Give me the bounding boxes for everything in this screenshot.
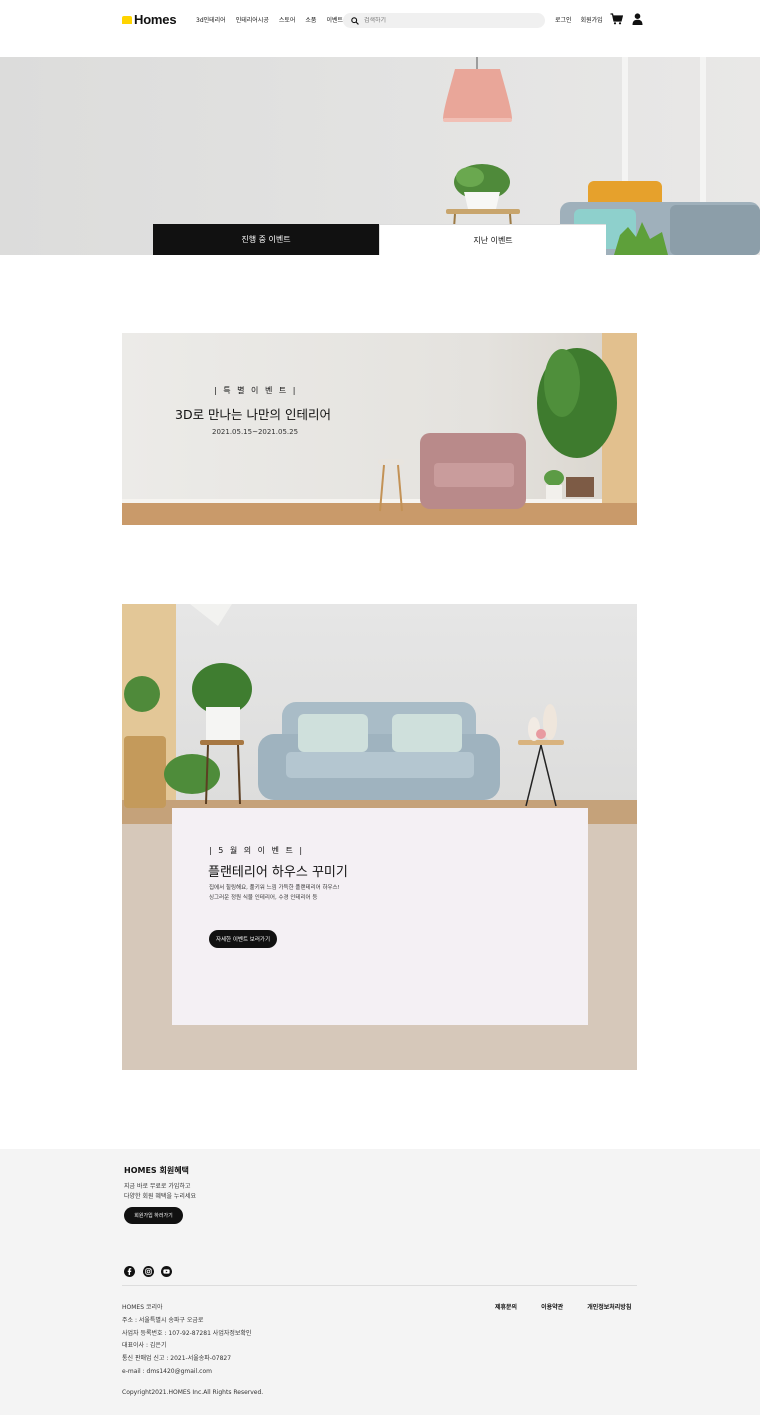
membership-desc-line1: 지금 바로 무료로 가입하고 xyxy=(124,1183,191,1190)
view-event-button[interactable]: 자세한 이벤트 보러가기 xyxy=(209,930,277,948)
nav-item-event[interactable]: 이벤트 xyxy=(326,15,343,24)
company-name: HOMES 코리아 xyxy=(122,1304,163,1311)
ceo-name: 대표이사 : 김은기 xyxy=(122,1342,167,1350)
banner2-description: 집에서 힐링해요, 풀키워 느낌 가득한 플랜테리어 하우스! 싱그러운 정원 … xyxy=(209,883,379,903)
mail-order-license: 통신 판매업 신고 : 2021-서울송파-07827 xyxy=(122,1355,232,1363)
copyright: Copyright2021.HOMES Inc.All Rights Reser… xyxy=(122,1389,264,1396)
facebook-icon[interactable] xyxy=(124,1266,135,1277)
instagram-icon[interactable] xyxy=(143,1266,154,1277)
nav-item-props[interactable]: 소품 xyxy=(305,15,316,24)
footer-divider xyxy=(122,1285,637,1286)
logo-mark-icon xyxy=(122,15,132,24)
logo[interactable]: Homes xyxy=(122,12,177,27)
tab-past-events[interactable]: 지난 이벤트 xyxy=(380,224,606,255)
special-event-banner[interactable] xyxy=(122,333,637,525)
membership-desc-line2: 다양한 회원 혜택을 누리세요 xyxy=(124,1193,196,1200)
membership-description: 지금 바로 무료로 가입하고 다양한 회원 혜택을 누리세요 xyxy=(124,1182,196,1202)
footer xyxy=(0,1149,760,1415)
banner2-tag: | 5 월 의 이 벤 트 | xyxy=(209,846,305,855)
footer-link-privacy[interactable]: 개인정보처리방침 xyxy=(587,1302,631,1311)
search-bar[interactable] xyxy=(343,13,545,28)
auth-links: 로그인 회원가입 xyxy=(555,15,603,24)
cart-icon[interactable] xyxy=(610,13,623,25)
banner1-title: 3D로 만나는 나만의 인테리어 xyxy=(175,407,331,422)
membership-title: HOMES 회원혜택 xyxy=(124,1166,189,1175)
banner2-title: 플랜테리어 하우스 꾸미기 xyxy=(208,865,348,880)
business-registration: 사업자 등록번호 : 107-92-87281 사업자정보확인 xyxy=(122,1329,252,1337)
join-membership-button[interactable]: 회원가입 하러가기 xyxy=(124,1207,183,1224)
company-address: 주소 : 서울특별시 송파구 오금로 xyxy=(122,1316,204,1324)
login-link[interactable]: 로그인 xyxy=(555,15,572,24)
signup-link[interactable]: 회원가입 xyxy=(581,15,603,24)
banner2-image xyxy=(122,604,637,824)
logo-text: Homes xyxy=(134,12,177,27)
banner2-scene xyxy=(122,604,637,824)
nav-item-store[interactable]: 스토어 xyxy=(279,15,296,24)
main-nav: 3d인테리어 인테리어시공 스토어 소품 이벤트 xyxy=(196,15,343,24)
company-info: HOMES 코리아 주소 : 서울특별시 송파구 오금로 사업자 등록번호 : … xyxy=(122,1302,251,1379)
banner2-desc-line1: 집에서 힐링해요, 풀키워 느낌 가득한 플랜테리어 하우스! xyxy=(209,885,340,891)
nav-item-3d-interior[interactable]: 3d인테리어 xyxy=(196,15,226,24)
banner1-scene xyxy=(122,333,637,525)
company-email: e-mail : dms1420@gmail.com xyxy=(122,1367,212,1375)
footer-link-partnership[interactable]: 제휴문의 xyxy=(495,1302,517,1311)
footer-links: 제휴문의 이용약관 개인정보처리방침 xyxy=(495,1302,631,1311)
footer-link-terms[interactable]: 이용약관 xyxy=(541,1302,563,1311)
banner1-tag: | 특 별 이 벤 트 | xyxy=(214,386,298,395)
event-card xyxy=(172,808,588,1025)
youtube-icon[interactable] xyxy=(161,1266,172,1277)
nav-item-construction[interactable]: 인테리어시공 xyxy=(236,15,269,24)
banner2-desc-line2: 싱그러운 정원 식물 인테리어, 수경 인테리어 등 xyxy=(209,895,318,901)
tab-ongoing-events[interactable]: 진행 중 이벤트 xyxy=(153,224,379,255)
search-icon xyxy=(351,16,359,25)
search-input[interactable] xyxy=(364,17,524,24)
user-icon[interactable] xyxy=(632,13,643,25)
banner1-date: 2021.05.15~2021.05.25 xyxy=(212,428,299,436)
